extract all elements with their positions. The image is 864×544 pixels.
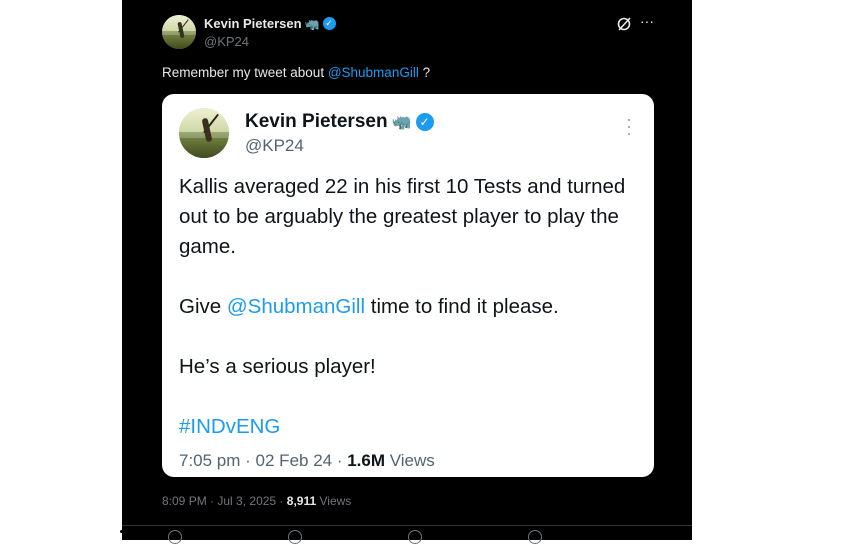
- action-bar: [162, 530, 652, 544]
- bookmark-icon[interactable]: [528, 530, 542, 544]
- rhino-emoji: 🦏: [391, 114, 412, 131]
- quoted-views-label: Views: [389, 451, 435, 470]
- tweet-time[interactable]: 8:09 PM: [162, 494, 207, 508]
- quoted-tweet-card[interactable]: Kevin Pietersen 🦏 ✓ @KP24 · · · Kallis ave…: [162, 94, 654, 477]
- repost-icon[interactable]: [288, 530, 302, 544]
- author-name[interactable]: Kevin Pietersen 🦏 ✓: [204, 16, 336, 31]
- views-count: 8,911: [286, 494, 317, 508]
- quoted-tweet-text: Kallis averaged 22 in his first 10 Tests…: [179, 172, 639, 442]
- quoted-tweet-meta: 7:05 pm · 02 Feb 24 · 1.6M Views: [179, 451, 435, 470]
- verified-badge-icon: ✓: [415, 113, 434, 131]
- verified-badge-icon: ✓: [322, 17, 336, 30]
- tweet-text: Remember my tweet about @ShubmanGill ?: [162, 65, 430, 80]
- quoted-author-name-text[interactable]: Kevin Pietersen: [245, 111, 388, 133]
- author-name-text[interactable]: Kevin Pietersen: [204, 16, 302, 31]
- quoted-views-count: 1.6M: [347, 451, 386, 470]
- author-avatar[interactable]: [162, 15, 196, 49]
- grok-icon[interactable]: [616, 16, 632, 32]
- tweet-text-part: Remember my tweet about: [162, 65, 328, 80]
- paragraph: He’s a serious player!: [179, 355, 376, 378]
- quoted-author-avatar[interactable]: [179, 108, 229, 158]
- quoted-author-handle[interactable]: @KP24: [245, 136, 304, 156]
- author-handle[interactable]: @KP24: [204, 34, 249, 49]
- text-part: time to find it please.: [365, 295, 559, 318]
- more-options-icon[interactable]: ···: [624, 110, 634, 142]
- paragraph: Kallis averaged 22 in his first 10 Tests…: [179, 175, 626, 258]
- views-label: Views: [319, 494, 352, 508]
- tweet-panel: Kevin Pietersen 🦏 ✓ @KP24 ··· Remember m…: [122, 0, 692, 544]
- divider: [122, 525, 692, 526]
- like-icon[interactable]: [408, 530, 422, 544]
- quoted-date[interactable]: 02 Feb 24: [256, 451, 333, 470]
- tweet-text-part: ?: [418, 65, 431, 80]
- rhino-emoji: 🦏: [304, 16, 320, 31]
- paragraph: Give @ShubmanGill time to find it please…: [179, 292, 639, 322]
- tweet-meta: 8:09 PM · Jul 3, 2025 · 8,911 Views: [162, 494, 352, 508]
- quoted-time[interactable]: 7:05 pm: [179, 451, 240, 470]
- hashtag-link[interactable]: #INDvENG: [179, 412, 639, 442]
- tweet-date[interactable]: Jul 3, 2025: [217, 494, 276, 508]
- mention-link[interactable]: @ShubmanGill: [328, 65, 419, 80]
- text-part: Give: [179, 295, 227, 318]
- artifact-dot: [120, 530, 123, 533]
- mention-link[interactable]: @ShubmanGill: [227, 295, 365, 318]
- quoted-author-name[interactable]: Kevin Pietersen 🦏 ✓: [245, 111, 434, 133]
- more-options-icon[interactable]: ···: [638, 14, 656, 30]
- reply-icon[interactable]: [168, 530, 182, 544]
